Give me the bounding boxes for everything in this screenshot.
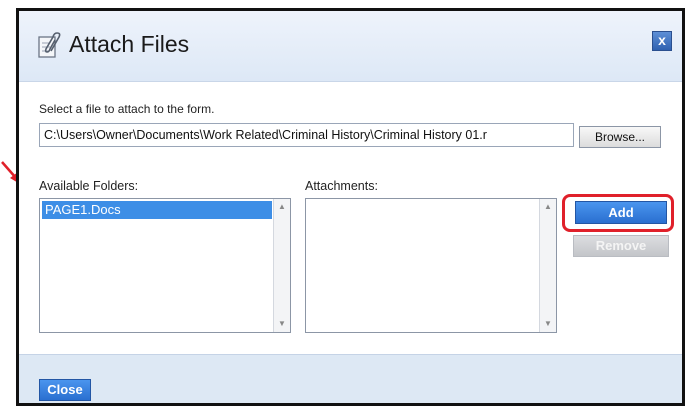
scroll-down-icon[interactable]: ▼ (274, 316, 290, 332)
scroll-down-icon[interactable]: ▼ (540, 316, 556, 332)
available-folders-list[interactable]: PAGE1.Docs ▲ ▼ (39, 198, 291, 333)
scroll-up-icon[interactable]: ▲ (274, 199, 290, 215)
list-item[interactable]: PAGE1.Docs (42, 201, 272, 219)
add-button[interactable]: Add (575, 201, 667, 224)
paperclip-document-icon (38, 32, 61, 58)
dialog-title: Attach Files (69, 31, 190, 57)
remove-button: Remove (573, 235, 669, 257)
browse-button[interactable]: Browse... (579, 126, 661, 148)
instruction-text: Select a file to attach to the form. (39, 102, 215, 116)
scroll-up-icon[interactable]: ▲ (540, 199, 556, 215)
attachments-label: Attachments: (305, 179, 378, 193)
file-path-input[interactable]: C:\Users\Owner\Documents\Work Related\Cr… (39, 123, 574, 147)
attach-files-dialog: Attach Files x Select a file to attach t… (16, 8, 685, 406)
folders-scrollbar[interactable]: ▲ ▼ (273, 199, 290, 332)
dialog-footer (19, 354, 682, 403)
dialog-header: Attach Files x (19, 11, 682, 82)
close-icon[interactable]: x (652, 31, 672, 51)
close-button[interactable]: Close (39, 379, 91, 401)
attachments-list[interactable]: ▲ ▼ (305, 198, 557, 333)
available-folders-label: Available Folders: (39, 179, 139, 193)
attachments-scrollbar[interactable]: ▲ ▼ (539, 199, 556, 332)
